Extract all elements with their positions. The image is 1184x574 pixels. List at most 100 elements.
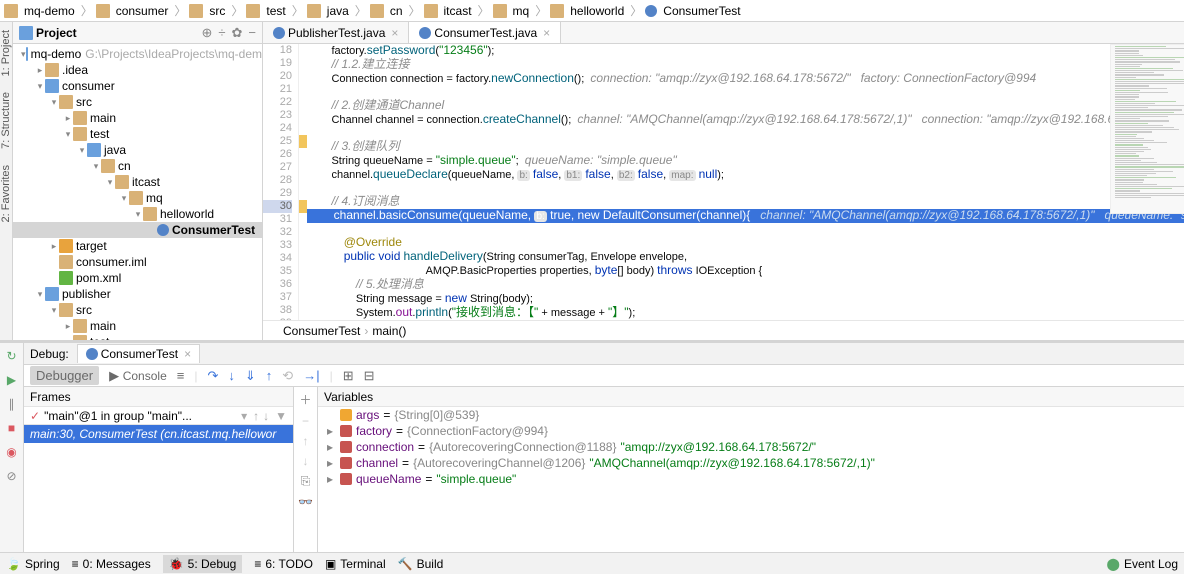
folder-blue-icon: [87, 143, 101, 157]
close-icon[interactable]: ×: [184, 347, 191, 361]
tool-window-button[interactable]: 7: Structure: [0, 92, 12, 149]
breadcrumb-item[interactable]: ConsumerTest: [660, 4, 743, 18]
debugger-view-tab[interactable]: Debugger: [30, 366, 99, 385]
tree-node[interactable]: ▾helloworld: [13, 206, 262, 222]
tree-node[interactable]: ▾test: [13, 126, 262, 142]
folder-icon: [73, 111, 87, 125]
status-bar-button[interactable]: ≡6: TODO: [254, 557, 313, 571]
pause-icon[interactable]: ∥: [3, 395, 21, 413]
threads-icon[interactable]: ≡: [177, 368, 185, 383]
step-into-icon[interactable]: ↓: [228, 368, 235, 383]
console-view-tab[interactable]: ▶ Console: [109, 368, 167, 384]
status-icon: 🔨: [398, 557, 413, 571]
code-minimap[interactable]: [1110, 44, 1184, 214]
tool-window-button[interactable]: 1: Project: [0, 30, 12, 76]
tree-node[interactable]: ▾mq-demoG:\Projects\IdeaProjects\mq-dem: [13, 46, 262, 62]
tree-node[interactable]: ▸target: [13, 238, 262, 254]
variable-row[interactable]: ▸queueName = "simple.queue": [318, 471, 1184, 487]
crumb[interactable]: main(): [372, 324, 406, 338]
code-editor[interactable]: factory.setPassword("123456"); // 1.2.建立…: [307, 44, 1184, 320]
force-step-into-icon[interactable]: ⇓: [245, 368, 256, 384]
breadcrumb-item[interactable]: cn: [387, 4, 406, 18]
variable-row[interactable]: ▸factory = {ConnectionFactory@994}: [318, 423, 1184, 439]
trace-icon[interactable]: ⊟: [364, 368, 375, 384]
project-tree[interactable]: ▾mq-demoG:\Projects\IdeaProjects\mq-dem▸…: [13, 44, 262, 340]
breadcrumb-item[interactable]: mq: [510, 4, 533, 18]
status-bar-button[interactable]: 🔨Build: [398, 557, 444, 571]
class-icon: [273, 27, 285, 39]
panel-tool[interactable]: ⊕: [201, 25, 212, 41]
breadcrumb-item[interactable]: src: [206, 4, 228, 18]
tree-node[interactable]: ▾mq: [13, 190, 262, 206]
tree-node[interactable]: ▾src: [13, 302, 262, 318]
copy-icon[interactable]: ⎘: [301, 474, 311, 489]
project-panel-header: Project ⊕ ÷ ✿ −: [13, 22, 262, 44]
view-breakpoints-icon[interactable]: ◉: [3, 443, 21, 461]
tree-node[interactable]: ▸test: [13, 334, 262, 340]
mute-breakpoints-icon[interactable]: ⊘: [3, 467, 21, 485]
variable-row[interactable]: ▸channel = {AutorecoveringChannel@1206} …: [318, 455, 1184, 471]
tree-node[interactable]: ▸main: [13, 110, 262, 126]
tree-node[interactable]: ▾itcast: [13, 174, 262, 190]
minimize-icon[interactable]: −: [248, 25, 256, 40]
tree-node[interactable]: consumer.iml: [13, 254, 262, 270]
project-panel-title: Project: [36, 26, 195, 40]
rerun-icon[interactable]: ↻: [3, 347, 21, 365]
crumb[interactable]: ConsumerTest: [283, 324, 360, 338]
tree-node[interactable]: ▾java: [13, 142, 262, 158]
tree-node[interactable]: ▸.idea: [13, 62, 262, 78]
project-icon: [19, 26, 33, 40]
status-bar-button[interactable]: 🍃Spring: [6, 557, 60, 571]
step-over-icon[interactable]: ↷: [207, 368, 218, 384]
gear-icon[interactable]: ✿: [232, 25, 243, 41]
breadcrumb-item[interactable]: test: [263, 4, 288, 18]
thread-selector[interactable]: ✓ "main"@1 in group "main"... ▾ ↑ ↓ ▼: [24, 407, 293, 425]
stop-icon[interactable]: ■: [3, 419, 21, 437]
tree-node[interactable]: ▸main: [13, 318, 262, 334]
run-to-cursor-icon[interactable]: →|: [303, 368, 319, 383]
glasses-icon[interactable]: 👓: [298, 495, 313, 509]
file-icon: [59, 255, 73, 269]
stack-frame[interactable]: main:30, ConsumerTest (cn.itcast.mq.hell…: [24, 425, 293, 443]
filter-icon[interactable]: ▼: [275, 409, 287, 423]
variable-row[interactable]: ▸connection = {AutorecoveringConnection@…: [318, 439, 1184, 455]
breadcrumb-item[interactable]: java: [324, 4, 352, 18]
close-icon[interactable]: ×: [543, 26, 550, 40]
gutter: 1819202122232425262728293031323334353637…: [263, 44, 299, 320]
debug-session-tab[interactable]: ConsumerTest ×: [77, 344, 200, 363]
tool-window-button[interactable]: 2: Favorites: [0, 165, 12, 222]
variable-row[interactable]: args = {String[0]@539}: [318, 407, 1184, 423]
add-watch-icon[interactable]: ＋: [299, 391, 311, 408]
tree-node[interactable]: ▾consumer: [13, 78, 262, 94]
event-log-button[interactable]: ⬤ Event Log: [1107, 557, 1178, 571]
folder-icon: [59, 239, 73, 253]
up-icon[interactable]: ↑: [303, 434, 309, 448]
status-bar-button[interactable]: 🐞5: Debug: [163, 555, 243, 573]
warning-stripe: [299, 44, 307, 320]
status-icon: 🐞: [169, 557, 184, 571]
frames-panel: Frames ✓ "main"@1 in group "main"... ▾ ↑…: [24, 387, 294, 574]
tree-node[interactable]: ConsumerTest: [13, 222, 262, 238]
tree-node[interactable]: ▾publisher: [13, 286, 262, 302]
status-bar-button[interactable]: ▣Terminal: [325, 557, 386, 571]
editor-tab[interactable]: ConsumerTest.java×: [409, 22, 561, 43]
resume-icon[interactable]: ▶: [3, 371, 21, 389]
close-icon[interactable]: ×: [391, 26, 398, 40]
evaluate-icon[interactable]: ⊞: [343, 368, 354, 384]
class-icon: [86, 348, 98, 360]
breadcrumb-item[interactable]: helloworld: [567, 4, 627, 18]
remove-watch-icon[interactable]: −: [302, 414, 309, 428]
drop-frame-icon[interactable]: ⟲: [282, 368, 293, 384]
tree-node[interactable]: ▾src: [13, 94, 262, 110]
tree-node[interactable]: pom.xml: [13, 270, 262, 286]
breadcrumb-item[interactable]: consumer: [113, 4, 172, 18]
editor-tab[interactable]: PublisherTest.java×: [263, 22, 409, 43]
down-icon[interactable]: ↓: [303, 454, 309, 468]
code-breadcrumb[interactable]: ConsumerTest › main(): [263, 320, 1184, 340]
tree-node[interactable]: ▾cn: [13, 158, 262, 174]
breadcrumb-item[interactable]: itcast: [441, 4, 475, 18]
panel-tool[interactable]: ÷: [218, 25, 225, 40]
step-out-icon[interactable]: ↑: [266, 368, 273, 383]
status-bar-button[interactable]: ≡0: Messages: [72, 557, 151, 571]
breadcrumb-item[interactable]: mq-demo: [21, 4, 78, 18]
